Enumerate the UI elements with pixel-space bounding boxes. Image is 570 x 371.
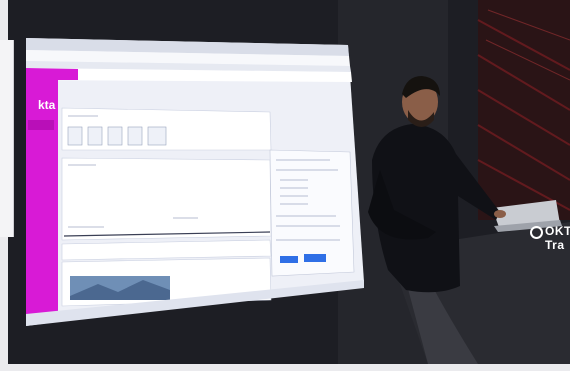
podium-brand-text: OKT Tra <box>545 224 570 252</box>
screen-sidebar <box>26 80 58 324</box>
podium-logo-icon <box>530 226 543 239</box>
photo-frame: kta OKT Tra <box>0 0 570 371</box>
conference-photo: kta OKT Tra <box>8 0 570 364</box>
left-edge-strip <box>0 40 14 237</box>
red-panel <box>478 0 570 220</box>
screen-logo-text: kta <box>38 98 56 112</box>
scene <box>8 0 570 364</box>
